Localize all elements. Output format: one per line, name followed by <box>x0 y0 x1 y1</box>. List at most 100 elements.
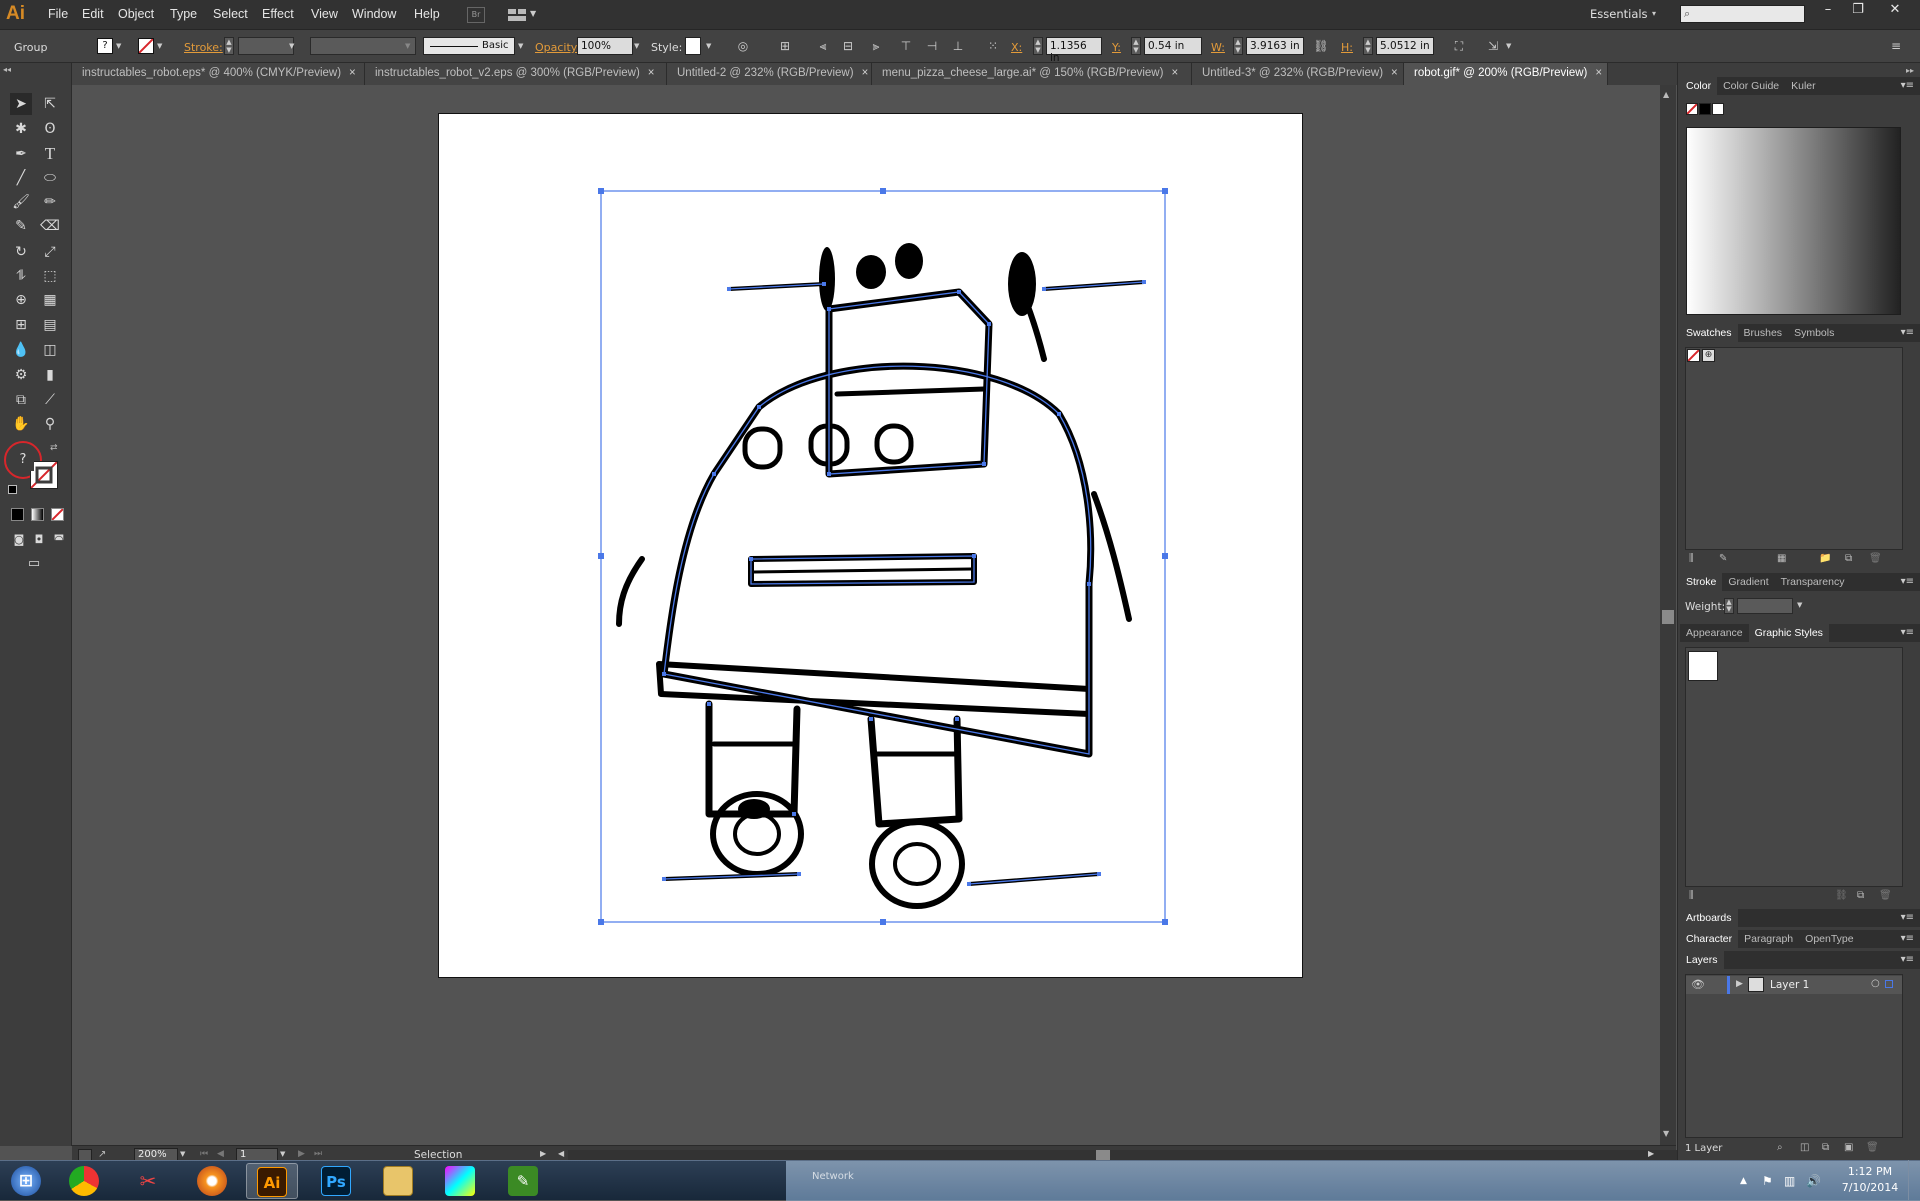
close-icon[interactable]: × <box>349 67 356 79</box>
w-input[interactable]: 3.9163 in <box>1246 37 1304 55</box>
opacity-dropdown-icon[interactable]: ▼ <box>634 42 639 50</box>
break-link-icon[interactable]: ⛓ <box>1835 890 1848 901</box>
shape-builder-tool-icon[interactable]: ⊕ <box>10 289 32 311</box>
swatch-libraries-icon[interactable]: ⫼ <box>1689 553 1694 564</box>
new-layer-icon[interactable]: ▣ <box>1844 1142 1853 1153</box>
brush-definition[interactable]: Basic <box>423 37 515 55</box>
column-graph-tool-icon[interactable]: ▮ <box>39 364 61 386</box>
default-graphic-style[interactable] <box>1688 651 1718 681</box>
stroke-swatch[interactable] <box>138 38 154 54</box>
h-input[interactable]: 5.0512 in <box>1376 37 1434 55</box>
style-dropdown-icon[interactable]: ▼ <box>706 42 711 50</box>
stroke-weight-panel-dropdown-icon[interactable]: ▼ <box>1797 601 1802 609</box>
color-spectrum[interactable] <box>1686 127 1901 315</box>
artboard-dropdown-icon[interactable]: ▼ <box>280 1150 285 1158</box>
next-artboard-icon[interactable]: ▶ <box>298 1149 305 1159</box>
color-app-icon[interactable] <box>434 1163 486 1199</box>
mesh-tool-icon[interactable]: ⊞ <box>10 314 32 336</box>
profile-dropdown-icon[interactable]: ▼ <box>405 42 410 50</box>
opacity-label[interactable]: Opacity: <box>535 41 580 54</box>
panel-menu-icon[interactable]: ▾≡ <box>1901 576 1914 587</box>
menu-file[interactable]: File <box>48 7 68 21</box>
menu-edit[interactable]: Edit <box>82 7 104 21</box>
network-icon[interactable]: ▥ <box>1784 1174 1795 1188</box>
zoom-tool-icon[interactable]: ⚲ <box>39 413 61 435</box>
scroll-left-icon[interactable]: ◀ <box>558 1149 564 1158</box>
black-color-swatch[interactable] <box>1699 103 1711 115</box>
free-transform-tool-icon[interactable]: ⬚ <box>39 265 61 287</box>
last-artboard-icon[interactable]: ⏭ <box>314 1149 322 1159</box>
zoom-dropdown-icon[interactable]: ▼ <box>180 1150 185 1158</box>
hand-tool-icon[interactable]: ✋ <box>10 413 32 435</box>
menu-type[interactable]: Type <box>170 7 197 21</box>
menu-help[interactable]: Help <box>414 7 440 21</box>
stroke-weight-field[interactable] <box>238 37 294 55</box>
isolate-group-icon[interactable]: ⛶ <box>1451 38 1467 54</box>
tab-paragraph[interactable]: Paragraph <box>1738 930 1799 948</box>
tab-swatches[interactable]: Swatches <box>1680 324 1738 342</box>
restore-button[interactable]: ❐ <box>1843 0 1873 20</box>
clock-time[interactable]: 1:12 PM <box>1845 1165 1895 1178</box>
align-center-icon[interactable]: ⊟ <box>840 38 856 54</box>
align-to-icon[interactable]: ⊞ <box>777 38 793 54</box>
robot-artwork[interactable] <box>439 114 1304 979</box>
tab-robot-gif[interactable]: robot.gif* @ 200% (RGB/Preview) × <box>1404 63 1608 85</box>
h-stepper[interactable]: ▲ ▼ <box>1363 37 1373 55</box>
visibility-eye-icon[interactable]: 👁 <box>1691 978 1705 991</box>
none-color-swatch[interactable] <box>1686 103 1698 115</box>
gradient-tool-icon[interactable]: ▤ <box>39 314 61 336</box>
rotate-tool-icon[interactable]: ↻ <box>10 241 32 263</box>
swap-fill-stroke-icon[interactable]: ⇄ <box>50 443 58 453</box>
close-icon[interactable]: × <box>1391 67 1398 79</box>
swatches-list[interactable]: ⊕ <box>1685 347 1903 550</box>
eyedropper-tool-icon[interactable]: 💧 <box>10 339 32 361</box>
close-icon[interactable]: × <box>1595 67 1602 79</box>
tab-transparency[interactable]: Transparency <box>1775 573 1851 591</box>
stroke-weight-panel-field[interactable] <box>1737 598 1793 614</box>
tab-gradient[interactable]: Gradient <box>1722 573 1774 591</box>
locate-object-icon[interactable]: ⌕ <box>1777 1142 1783 1153</box>
x-label[interactable]: X: <box>1011 41 1022 54</box>
new-color-group-icon[interactable]: 📁 <box>1819 553 1831 564</box>
align-middle-icon[interactable]: ⊣ <box>924 38 940 54</box>
arrange-documents-icon[interactable] <box>508 8 528 22</box>
arrange-dropdown-icon[interactable]: ▼ <box>530 9 536 18</box>
illustrator-icon[interactable]: Ai <box>246 1163 298 1199</box>
tab-color[interactable]: Color <box>1680 77 1718 95</box>
menu-view[interactable]: View <box>311 7 338 21</box>
transform-icon[interactable]: ⇲ <box>1485 38 1501 54</box>
show-desktop-button[interactable] <box>1908 1160 1920 1200</box>
workspace-switcher[interactable]: Essentials <box>1590 7 1648 21</box>
symbol-sprayer-tool-icon[interactable]: ⚙ <box>10 364 32 386</box>
snipping-tool-icon[interactable]: ✂ <box>122 1163 174 1199</box>
constrain-proportions-icon[interactable]: ⛓ <box>1313 38 1329 54</box>
stroke-label[interactable]: Stroke: <box>184 41 223 54</box>
scroll-down-icon[interactable]: ▼ <box>1663 1129 1669 1138</box>
close-window-button[interactable]: ✕ <box>1880 0 1910 20</box>
lasso-tool-icon[interactable]: ʘ <box>39 118 61 140</box>
graphic-styles-list[interactable] <box>1685 647 1903 887</box>
collapse-tools-icon[interactable]: ◂◂ <box>3 65 11 74</box>
scroll-right-icon[interactable]: ▶ <box>1648 1149 1654 1158</box>
panel-menu-icon[interactable]: ▾≡ <box>1901 80 1914 91</box>
tab-symbols[interactable]: Symbols <box>1788 324 1840 342</box>
direct-selection-tool-icon[interactable]: ⇱ <box>39 93 61 115</box>
chrome-icon[interactable] <box>58 1163 110 1199</box>
panel-menu-icon[interactable]: ▾≡ <box>1901 912 1914 923</box>
reference-point-icon[interactable]: ⁙ <box>985 38 1001 54</box>
panel-menu-icon[interactable]: ▾≡ <box>1901 627 1914 638</box>
bridge-button[interactable]: Br <box>467 7 485 23</box>
align-bottom-icon[interactable]: ⊥ <box>950 38 966 54</box>
ellipse-tool-icon[interactable]: ⬭ <box>39 167 61 189</box>
x-stepper[interactable]: ▲ ▼ <box>1033 37 1043 55</box>
expand-layer-icon[interactable]: ▶ <box>1736 979 1743 989</box>
scroll-thumb[interactable] <box>1662 610 1674 624</box>
minimize-button[interactable]: – <box>1813 0 1843 20</box>
new-sublayer-icon[interactable]: ⧉ <box>1822 1142 1829 1153</box>
artboard[interactable] <box>438 113 1303 978</box>
show-kinds-icon[interactable]: ▦ <box>1777 553 1786 564</box>
blob-brush-tool-icon[interactable]: ✎ <box>10 215 32 237</box>
stroke-color-swatch[interactable] <box>30 461 58 489</box>
fill-dropdown-icon[interactable]: ▼ <box>116 42 121 50</box>
vertical-scrollbar[interactable]: ▲ ▼ <box>1660 85 1676 1145</box>
